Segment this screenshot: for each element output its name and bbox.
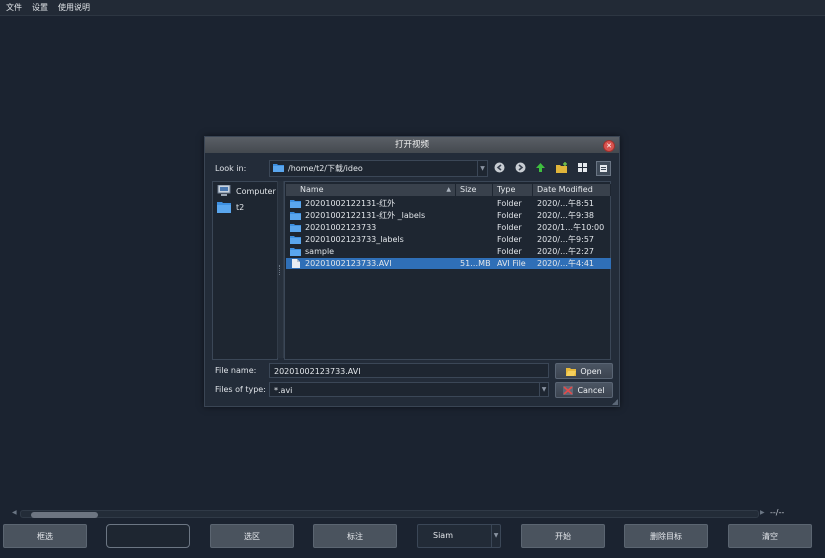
menubar: 文件 设置 使用说明 [0,0,825,16]
file-date: 2020/…午2:27 [537,247,595,256]
file-type: Folder [497,235,522,244]
list-view-icon[interactable] [576,161,589,174]
sidebar-item-label: Computer [236,186,276,196]
tracker-select[interactable]: Siam ▼ [417,524,501,548]
file-row[interactable]: 20201002123733 Folder 2020/1…午10:00 [286,222,611,233]
parent-directory-icon[interactable] [534,161,547,174]
back-icon[interactable] [493,161,506,174]
file-name: 20201002123733.AVI [305,259,392,268]
file-row[interactable]: sample Folder 2020/…午2:27 [286,246,611,257]
menu-file[interactable]: 文件 [2,0,26,15]
file-name: 20201002122131-红外 _labels [305,211,426,220]
folder-icon [290,236,301,244]
scroll-left-icon[interactable]: ◀ [12,509,17,517]
file-date: 2020/1…午10:00 [537,223,605,232]
scroll-right-icon[interactable]: ▶ [760,509,765,517]
places-sidebar: Computer t2 [212,181,278,360]
file-type: Folder [497,199,522,208]
target-input[interactable] [106,524,190,548]
file-name: 20201002122131-红外 [305,199,396,208]
chevron-down-icon[interactable]: ▼ [477,161,487,176]
chevron-down-icon[interactable]: ▼ [491,525,500,547]
file-name-label: File name: [215,366,257,375]
file-row[interactable]: 20201002122131-红外 _labels Folder 2020/…午9:… [286,210,611,221]
file-size [456,234,493,245]
file-type-value: *.avi [274,386,293,395]
file-date: 2020/…午8:51 [537,199,595,208]
open-video-dialog: 打开视频 ✕ Look in: /home/t2/下载/ideo ▼ Compu… [204,136,620,407]
folder-icon [217,202,231,213]
file-icon [292,259,300,268]
file-list-header: Name ▲ Size Type Date Modified [286,184,611,196]
box-select-button[interactable]: 框选 [3,524,87,548]
file-name: sample [305,247,335,256]
sort-up-icon: ▲ [446,186,451,193]
file-size [456,222,493,233]
new-folder-icon[interactable] [555,161,568,174]
file-name: 20201002123733 [305,223,377,232]
folder-icon [273,164,284,172]
open-button[interactable]: Open [555,363,613,379]
file-size [456,198,493,209]
chevron-down-icon[interactable]: ▼ [539,383,548,396]
file-type: AVI File [497,259,526,268]
file-type-label: Files of type: [215,385,266,394]
column-header-type[interactable]: Type [493,184,533,196]
file-type: Folder [497,211,522,220]
folder-icon [290,212,301,220]
resize-grip[interactable] [612,399,618,405]
dialog-title: 打开视频 [394,140,429,150]
delete-target-button[interactable]: 删除目标 [624,524,708,548]
annotate-button[interactable]: 标注 [313,524,397,548]
cancel-icon [563,385,574,395]
scroll-thumb[interactable] [31,512,98,518]
sidebar-splitter[interactable] [277,181,284,358]
select-region-button[interactable]: 选区 [210,524,294,548]
timeline-scrollbar[interactable]: ◀ ▶ [12,509,766,518]
folder-icon [290,200,301,208]
scroll-track[interactable] [20,510,759,518]
file-row[interactable]: 20201002122131-红外 Folder 2020/…午8:51 [286,198,611,209]
file-type: Folder [497,223,522,232]
tracker-value: Siam [433,531,453,540]
open-button-label: Open [580,366,602,376]
look-in-path: /home/t2/下载/ideo [288,164,363,173]
sidebar-item-computer[interactable]: Computer [217,184,276,198]
folder-icon [290,224,301,232]
file-date: 2020/…午4:41 [537,259,595,268]
dialog-titlebar[interactable]: 打开视频 ✕ [205,137,619,153]
computer-icon [217,185,231,196]
folder-open-icon [566,367,577,376]
frame-counter: --/-- [770,508,785,517]
file-type: Folder [497,247,522,256]
start-button[interactable]: 开始 [521,524,605,548]
file-size [456,246,493,257]
cancel-button-label: Cancel [577,385,605,395]
file-size: 51…MB [460,259,491,268]
column-header-name[interactable]: Name ▲ [286,184,456,196]
menu-help[interactable]: 使用说明 [54,0,94,15]
column-header-size[interactable]: Size [456,184,493,196]
column-header-date[interactable]: Date Modified [533,184,611,196]
detail-view-icon[interactable] [596,161,611,176]
file-name-input[interactable]: 20201002123733.AVI [269,363,549,378]
close-icon[interactable]: ✕ [603,140,615,152]
file-date: 2020/…午9:57 [537,235,595,244]
look-in-combo[interactable]: /home/t2/下载/ideo ▼ [269,160,488,177]
sidebar-item-label: t2 [236,202,245,212]
file-date: 2020/…午9:38 [537,211,595,220]
file-size [456,210,493,221]
cancel-button[interactable]: Cancel [555,382,613,398]
file-type-combo[interactable]: *.avi ▼ [269,382,549,397]
file-row[interactable]: 20201002123733.AVI 51…MB AVI File 2020/…午4:… [286,258,611,269]
folder-icon [290,248,301,256]
clear-button[interactable]: 清空 [728,524,812,548]
menu-settings[interactable]: 设置 [28,0,52,15]
file-row[interactable]: 20201002123733_labels Folder 2020/…午9:57 [286,234,611,245]
forward-icon[interactable] [514,161,527,174]
sidebar-item-t2[interactable]: t2 [217,200,244,214]
file-list: Name ▲ Size Type Date Modified 202010021… [284,181,611,360]
look-in-label: Look in: [215,164,247,173]
file-name: 20201002123733_labels [305,235,404,244]
